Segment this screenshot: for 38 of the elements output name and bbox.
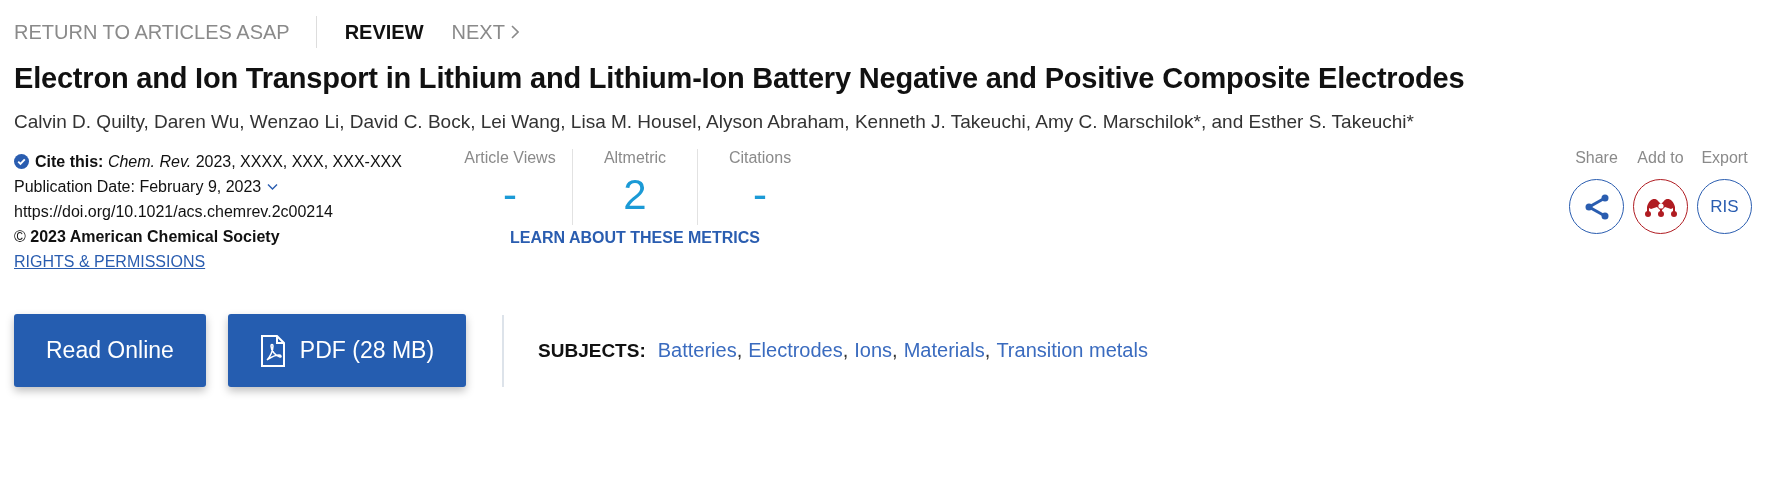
author-list: Calvin D. Quilty, Daren Wu, Wenzao Li, David C. Bock, Lei Wang, Lisa M. Housel, Alyson Abraham, Kenneth J. Takeuchi, Amy C. Marschilok*, and Esther S. Takeuchi* bbox=[14, 111, 1760, 133]
subject-link[interactable]: Electrodes bbox=[748, 339, 843, 362]
export-button[interactable]: RIS bbox=[1697, 179, 1752, 234]
metric-label: Article Views bbox=[464, 149, 556, 167]
read-online-button[interactable]: Read Online bbox=[14, 314, 206, 387]
publication-date: Publication Date: February 9, 2023 bbox=[14, 177, 262, 197]
metric-label: Altmetric bbox=[603, 149, 667, 167]
copyright-text: © 2023 American Chemical Society bbox=[14, 227, 280, 247]
metric-value: - bbox=[503, 170, 517, 220]
subjects-heading: SUBJECTS: bbox=[538, 339, 646, 362]
action-label: Add to bbox=[1637, 149, 1684, 167]
doi-text: https://doi.org/10.1021/acs.chemrev.2c00214 bbox=[14, 202, 333, 222]
article-title: Electron and Ion Transport in Lithium and Lithium-Ion Battery Negative and Positive Composite Electrodes bbox=[14, 62, 1466, 95]
chevron-down-icon[interactable] bbox=[267, 182, 279, 191]
chevron-icon bbox=[510, 25, 519, 39]
metric-label: Citations bbox=[728, 149, 792, 167]
section-tab[interactable]: REVIEW bbox=[344, 20, 424, 44]
citation-text: Cite this: Chem. Rev. 2023, XXXX, XXX, XXX-XXX bbox=[35, 152, 402, 172]
separator-text: , bbox=[842, 339, 849, 362]
subject-link[interactable]: Transition metals bbox=[996, 339, 1148, 362]
separator-text: , bbox=[736, 339, 743, 362]
pdf-button[interactable]: PDF (28 MB) bbox=[227, 314, 467, 387]
metric-value: 2 bbox=[623, 170, 647, 220]
action-label: Export bbox=[1701, 149, 1748, 167]
check-circle-icon bbox=[14, 154, 29, 169]
metrics-link[interactable]: LEARN ABOUT THESE METRICS bbox=[509, 229, 761, 247]
subject-link[interactable]: Materials bbox=[903, 339, 985, 362]
next-link[interactable]: NEXT bbox=[451, 20, 519, 44]
action-label: Share bbox=[1575, 149, 1618, 167]
rights-link[interactable]: RIGHTS & PERMISSIONS bbox=[14, 249, 206, 274]
subject-link[interactable]: Ions bbox=[854, 339, 893, 362]
separator-text: , bbox=[984, 339, 991, 362]
pdf-file-icon bbox=[259, 334, 286, 367]
separator-text: , bbox=[892, 339, 898, 362]
share-icon bbox=[1583, 192, 1610, 221]
return-link[interactable]: RETURN TO ARTICLES ASAP bbox=[14, 16, 317, 48]
metric-value: - bbox=[753, 170, 767, 220]
subject-link[interactable]: Batteries bbox=[657, 339, 737, 362]
